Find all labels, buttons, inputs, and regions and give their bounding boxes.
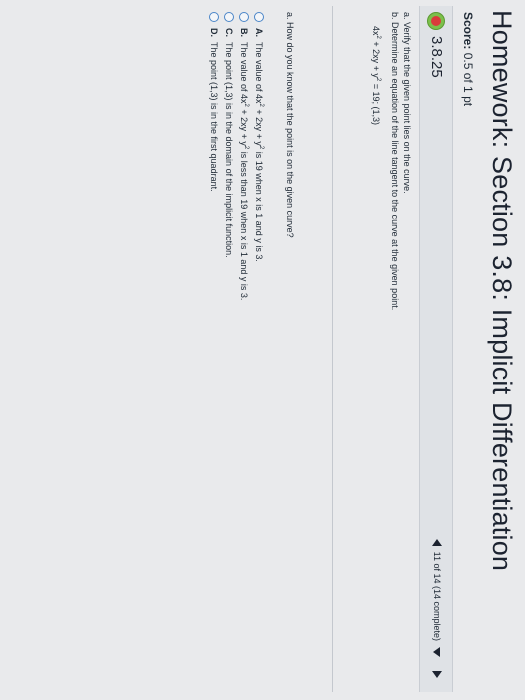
score-value: 0.5 of 1 pt	[461, 52, 475, 107]
option-b[interactable]: B. The value of 4x2 + 2xy + y2 is less t…	[237, 12, 252, 300]
radio-button[interactable]	[254, 12, 265, 22]
next-question-icon[interactable]	[432, 671, 442, 678]
option-letter: C.	[224, 28, 235, 37]
option-text: The point (1,3) is in the first quadrant…	[209, 42, 220, 192]
score-label: Score:	[461, 12, 475, 50]
page-title: Homework: Section 3.8: Implicit Differen…	[487, 10, 517, 572]
question-navigation: 11 of 14 (14 complete)	[432, 538, 442, 678]
option-letter: A.	[254, 28, 265, 37]
photo-frame: Homework: Section 3.8: Implicit Differen…	[0, 0, 525, 700]
homework-page: Homework: Section 3.8: Implicit Differen…	[0, 0, 525, 700]
question-list-dropdown-icon[interactable]	[433, 647, 441, 657]
equation-text: + 2xy + y	[371, 38, 381, 78]
equation-text: 4x	[371, 26, 381, 36]
progress-text: 11 of 14 (14 complete)	[432, 551, 442, 641]
question-number: 3.8.25	[428, 36, 445, 78]
previous-question-icon[interactable]	[432, 538, 442, 546]
problem-instructions: a. Verify that the given point lies on t…	[389, 12, 413, 310]
option-text: The point (1,3) is in the domain of the …	[224, 42, 235, 258]
partial-credit-icon	[427, 12, 445, 30]
option-a[interactable]: A. The value of 4x2 + 2xy + y2 is 19 whe…	[252, 12, 267, 300]
equation-text: = 19; (1,3)	[371, 81, 381, 126]
option-text: The value of 4x2 + 2xy + y2 is 19 when x…	[254, 42, 265, 262]
part-a-instruction: a. Verify that the given point lies on t…	[402, 12, 412, 194]
option-text: The value of 4x2 + 2xy + y2 is less than…	[239, 42, 250, 301]
curve-equation: 4x2 + 2xy + y2 = 19; (1,3)	[371, 26, 381, 125]
radio-button[interactable]	[224, 12, 235, 22]
question-bar: 3.8.25 11 of 14 (14 complete)	[419, 6, 453, 692]
option-d[interactable]: D. The point (1,3) is in the first quadr…	[207, 12, 222, 300]
score-line: Score: 0.5 of 1 pt	[461, 12, 475, 106]
radio-button[interactable]	[209, 12, 220, 22]
part-a-question: a. How do you know that the point is on …	[285, 12, 295, 238]
section-divider	[332, 6, 333, 692]
option-c[interactable]: C. The point (1,3) is in the domain of t…	[222, 12, 237, 300]
radio-button[interactable]	[239, 12, 250, 22]
part-b-instruction: b. Determine an equation of the line tan…	[390, 12, 400, 311]
option-letter: B.	[239, 28, 250, 37]
option-letter: D.	[209, 28, 220, 37]
answer-options: A. The value of 4x2 + 2xy + y2 is 19 whe…	[207, 12, 267, 300]
